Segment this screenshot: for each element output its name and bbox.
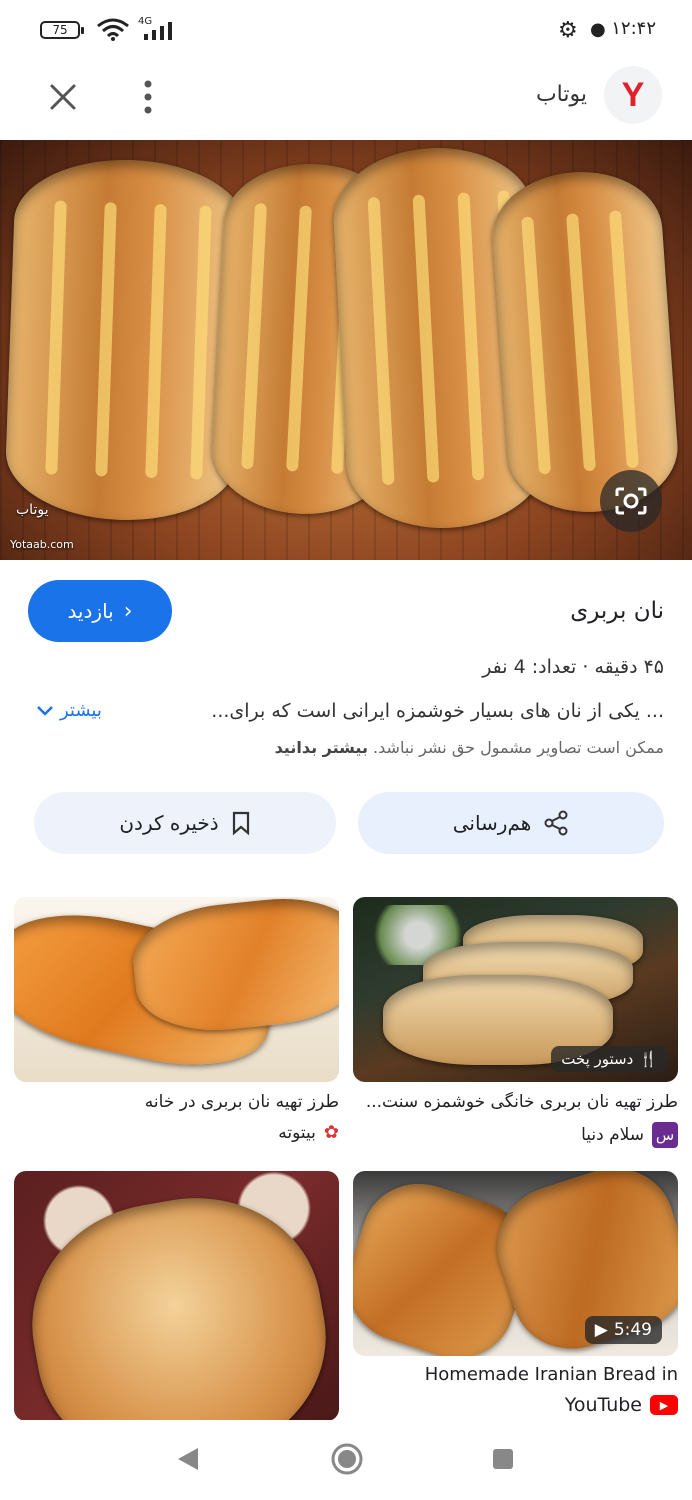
site-logo[interactable]: Y xyxy=(604,66,662,124)
youtube-icon: ▶ xyxy=(650,1395,678,1415)
copyright-notice: ممکن است تصاویر مشمول حق نشر نباشد. بیشت… xyxy=(275,738,664,757)
status-bar: 75 4G ⚙ ● ۱۲:۴۲ xyxy=(0,0,692,60)
recipe-badge: 🍴 دستور پخت xyxy=(551,1046,668,1072)
system-nav-bar xyxy=(0,1420,692,1500)
result-card-title[interactable]: Homemade Iranian Bread in xyxy=(353,1364,678,1385)
visit-button[interactable]: بازدید › xyxy=(28,580,172,642)
lens-icon xyxy=(615,487,647,515)
site-name[interactable]: یوتاب xyxy=(536,82,587,107)
result-card-source[interactable]: س سلام دنیا xyxy=(581,1122,678,1148)
more-label: بیشتر xyxy=(60,700,102,721)
battery-level: 75 xyxy=(52,23,68,37)
notification-icon: ● xyxy=(590,19,606,40)
visit-label: بازدید xyxy=(67,599,114,623)
bread-loaf xyxy=(488,166,682,518)
result-card-image[interactable]: 🍴 دستور پخت xyxy=(353,897,678,1082)
badge-label: دستور پخت xyxy=(561,1050,634,1068)
save-label: ذخیره کردن xyxy=(119,811,219,835)
source-logo-icon: س xyxy=(652,1122,678,1148)
wifi-icon xyxy=(97,18,129,41)
result-card-image[interactable] xyxy=(14,897,339,1082)
share-label: هم‌رسانی xyxy=(452,811,532,835)
bread-loaf xyxy=(128,897,339,1039)
fork-knife-icon: 🍴 xyxy=(639,1050,658,1068)
clock: ۱۲:۴۲ xyxy=(611,18,656,39)
back-icon[interactable] xyxy=(176,1446,200,1472)
watermark-url: Yotaab.com xyxy=(10,538,74,551)
result-card-image[interactable]: 5:49 ▶ xyxy=(353,1171,678,1356)
learn-more-link[interactable]: بیشتر بدانید xyxy=(275,738,368,757)
lens-search-button[interactable] xyxy=(600,470,662,532)
more-options-icon[interactable] xyxy=(140,78,156,116)
source-name: بیتوته xyxy=(278,1122,316,1143)
signal-icon xyxy=(144,22,172,40)
recipe-title: نان بربری xyxy=(570,598,664,624)
bread-loaf xyxy=(3,156,249,524)
battery-indicator: 75 xyxy=(40,21,84,39)
hero-image[interactable]: یوتاب Yotaab.com xyxy=(0,140,692,560)
result-card-image[interactable] xyxy=(14,1171,339,1421)
source-name: YouTube xyxy=(564,1394,642,1416)
watermark-text: یوتاب xyxy=(16,502,49,518)
copyright-text: ممکن است تصاویر مشمول حق نشر نباشد. xyxy=(373,738,664,757)
play-icon: ▶ xyxy=(594,1320,608,1340)
bread-loaf xyxy=(14,1177,339,1421)
source-name: سلام دنیا xyxy=(581,1125,644,1145)
result-card-title[interactable]: طرز تهیه نان بربری خانگی خوشمزه سنت... xyxy=(353,1092,678,1112)
recipe-description: ... یکی از نان های بسیار خوشمزه ایرانی ا… xyxy=(211,700,664,722)
close-icon[interactable] xyxy=(48,82,78,112)
source-logo-icon: ✿ xyxy=(323,1122,339,1143)
share-button[interactable]: هم‌رسانی xyxy=(358,792,664,854)
chevron-down-icon xyxy=(37,705,53,716)
more-toggle[interactable]: بیشتر xyxy=(36,700,102,721)
result-card-source[interactable]: ✿ بیتوته xyxy=(240,1122,339,1143)
recents-icon[interactable] xyxy=(492,1448,514,1470)
save-button[interactable]: ذخیره کردن xyxy=(34,792,336,854)
recipe-meta: ۴۵ دقیقه · تعداد: 4 نفر xyxy=(482,656,664,678)
bookmark-icon xyxy=(232,811,249,836)
result-card-title[interactable]: طرز تهیه نان بربری در خانه xyxy=(14,1092,339,1112)
video-duration-badge: 5:49 ▶ xyxy=(584,1316,662,1344)
result-card-source[interactable]: YouTube ▶ xyxy=(565,1394,678,1416)
viewer-header: یوتاب Y xyxy=(0,60,692,140)
share-icon xyxy=(544,810,568,836)
duration-label: 5:49 xyxy=(613,1320,652,1340)
chevron-right-icon: › xyxy=(123,598,133,624)
settings-icon: ⚙ xyxy=(558,18,578,43)
logo-letter: Y xyxy=(621,75,645,114)
home-icon[interactable] xyxy=(330,1442,364,1476)
